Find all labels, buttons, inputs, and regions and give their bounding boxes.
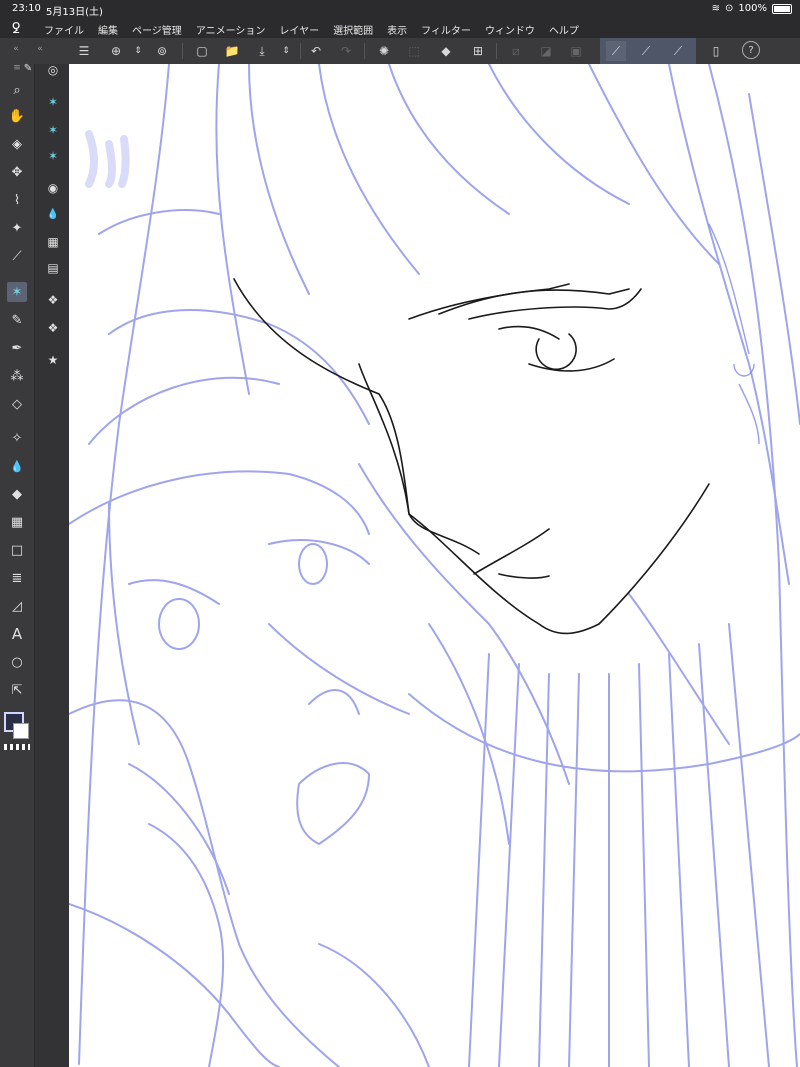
color-drops-icon[interactable]: 💧: [43, 204, 63, 224]
new-icon[interactable]: ⊕: [106, 41, 126, 61]
sketch-artwork: [69, 64, 800, 1067]
app-logo-icon[interactable]: ꝿ: [12, 19, 20, 38]
sub-tool-1-icon[interactable]: ✶: [43, 92, 63, 112]
material-icon[interactable]: ★: [43, 350, 63, 370]
crop-icon[interactable]: ⊞: [468, 41, 488, 61]
save-icon[interactable]: ⤓: [252, 41, 272, 61]
balloon-icon[interactable]: ○: [7, 652, 27, 672]
fill-icon[interactable]: ◆: [436, 41, 456, 61]
snap-icon[interactable]: ⊚: [152, 41, 172, 61]
mask2-icon[interactable]: ▣: [566, 41, 586, 61]
stroke3-icon[interactable]: ⟋: [668, 41, 688, 61]
water-icon[interactable]: 💧: [7, 456, 27, 476]
new-page-icon[interactable]: ▢: [192, 41, 212, 61]
color-swatch[interactable]: [4, 712, 30, 742]
navigator-icon[interactable]: ◎: [43, 60, 63, 80]
tool-palette: ≡ ✎ ⌕ ✋ ◈ ✥ ⌇ ✦ ⟋ ✶ ✎ ✒ ⁂ ◇ ✧ 💧 ◆ ▦ □ ≣ …: [0, 63, 34, 1067]
device-icon[interactable]: ▯: [706, 41, 726, 61]
mask-off-icon[interactable]: ⧄: [506, 41, 526, 61]
drawing-canvas[interactable]: [69, 64, 800, 1067]
lasso-icon[interactable]: ⌇: [7, 190, 27, 210]
open-icon[interactable]: 📁: [222, 41, 242, 61]
menu-bar: ꝿ ファイル 編集 ページ管理 アニメーション レイヤー 選択範囲 表示 フィル…: [0, 18, 800, 38]
mask-icon[interactable]: ◪: [536, 41, 556, 61]
film-icon[interactable]: ▤: [43, 258, 63, 278]
blend-icon[interactable]: ✧: [7, 428, 27, 448]
redo-icon[interactable]: ↷: [336, 41, 356, 61]
menu-page[interactable]: ページ管理: [132, 22, 182, 37]
operation-icon[interactable]: ⇱: [7, 680, 27, 700]
menu-icon[interactable]: ☰: [74, 41, 94, 61]
sub-tool-palette: ◎ ✶ ✶ ✶ ◉ 💧 ▦ ▤ ❖ ❖ ★: [34, 63, 69, 1067]
eyedropper-icon[interactable]: ⟋: [7, 246, 27, 266]
menu-view[interactable]: 表示: [387, 22, 407, 37]
menu-edit[interactable]: 編集: [98, 22, 118, 37]
rectangle-icon[interactable]: □: [7, 540, 27, 560]
stroke1-icon[interactable]: ⟋: [606, 41, 626, 61]
layer-property-icon[interactable]: ❖: [43, 290, 63, 310]
battery-percent: 100%: [738, 3, 767, 14]
status-bar: 23:10 5月13日(土) ≋ ⊙ 100%: [0, 0, 800, 18]
menu-window[interactable]: ウィンドウ: [485, 22, 535, 37]
menu-help[interactable]: ヘルプ: [549, 22, 579, 37]
orientation-lock-icon: ⊙: [725, 3, 734, 14]
ruler-icon[interactable]: ◿: [7, 596, 27, 616]
color-set-icon[interactable]: ▦: [43, 232, 63, 252]
stroke2-icon[interactable]: ⟋: [636, 41, 656, 61]
updown-icon[interactable]: ⇕: [128, 41, 148, 61]
help-icon[interactable]: ?: [742, 41, 760, 59]
menu-file[interactable]: ファイル: [44, 22, 84, 37]
sub-tool-2-icon[interactable]: ✶: [43, 120, 63, 140]
loading-icon[interactable]: ✺: [374, 41, 394, 61]
spray-icon[interactable]: ⁂: [7, 366, 27, 386]
background-color[interactable]: [13, 723, 29, 739]
status-time: 23:10: [12, 3, 41, 14]
menu-selection[interactable]: 選択範囲: [333, 22, 373, 37]
undo-icon[interactable]: ↶: [306, 41, 326, 61]
menu-animation[interactable]: アニメーション: [196, 22, 266, 37]
fill-bucket-icon[interactable]: ◆: [7, 484, 27, 504]
select-icon[interactable]: ◈: [7, 134, 27, 154]
wifi-icon: ≋: [711, 3, 721, 14]
status-date: 5月13日(土): [46, 7, 103, 18]
text-icon[interactable]: A: [7, 624, 27, 644]
updown2-icon[interactable]: ⇕: [276, 41, 296, 61]
battery-icon: [772, 3, 792, 14]
color-circle-icon[interactable]: ◉: [43, 178, 63, 198]
transform-icon[interactable]: ⬚: [404, 41, 424, 61]
sub-tool-3-icon[interactable]: ✶: [43, 146, 63, 166]
menu-layer[interactable]: レイヤー: [279, 22, 319, 37]
gradient-icon[interactable]: ▦: [7, 512, 27, 532]
status-right: ≋ ⊙ 100%: [712, 3, 792, 14]
magic-wand-icon[interactable]: ✦: [7, 218, 27, 238]
panel-collapse-left[interactable]: «: [6, 39, 26, 59]
panel-collapse-right[interactable]: «: [30, 39, 50, 59]
eraser-icon[interactable]: ◇: [7, 394, 27, 414]
sub-tool-icon[interactable]: ✶: [7, 282, 27, 302]
layer-icon[interactable]: ❖: [43, 318, 63, 338]
frame-icon[interactable]: ≣: [7, 568, 27, 588]
transparent-color[interactable]: [4, 744, 30, 750]
zoom-icon[interactable]: ⌕: [7, 80, 27, 100]
pen-icon[interactable]: ✎: [7, 310, 27, 330]
hand-icon[interactable]: ✋: [7, 106, 27, 126]
menu-items: ファイル 編集 ページ管理 アニメーション レイヤー 選択範囲 表示 フィルター…: [44, 22, 593, 37]
menu-filter[interactable]: フィルター: [421, 22, 471, 37]
brush-icon[interactable]: ✒: [7, 338, 27, 358]
move-icon[interactable]: ✥: [7, 162, 27, 182]
